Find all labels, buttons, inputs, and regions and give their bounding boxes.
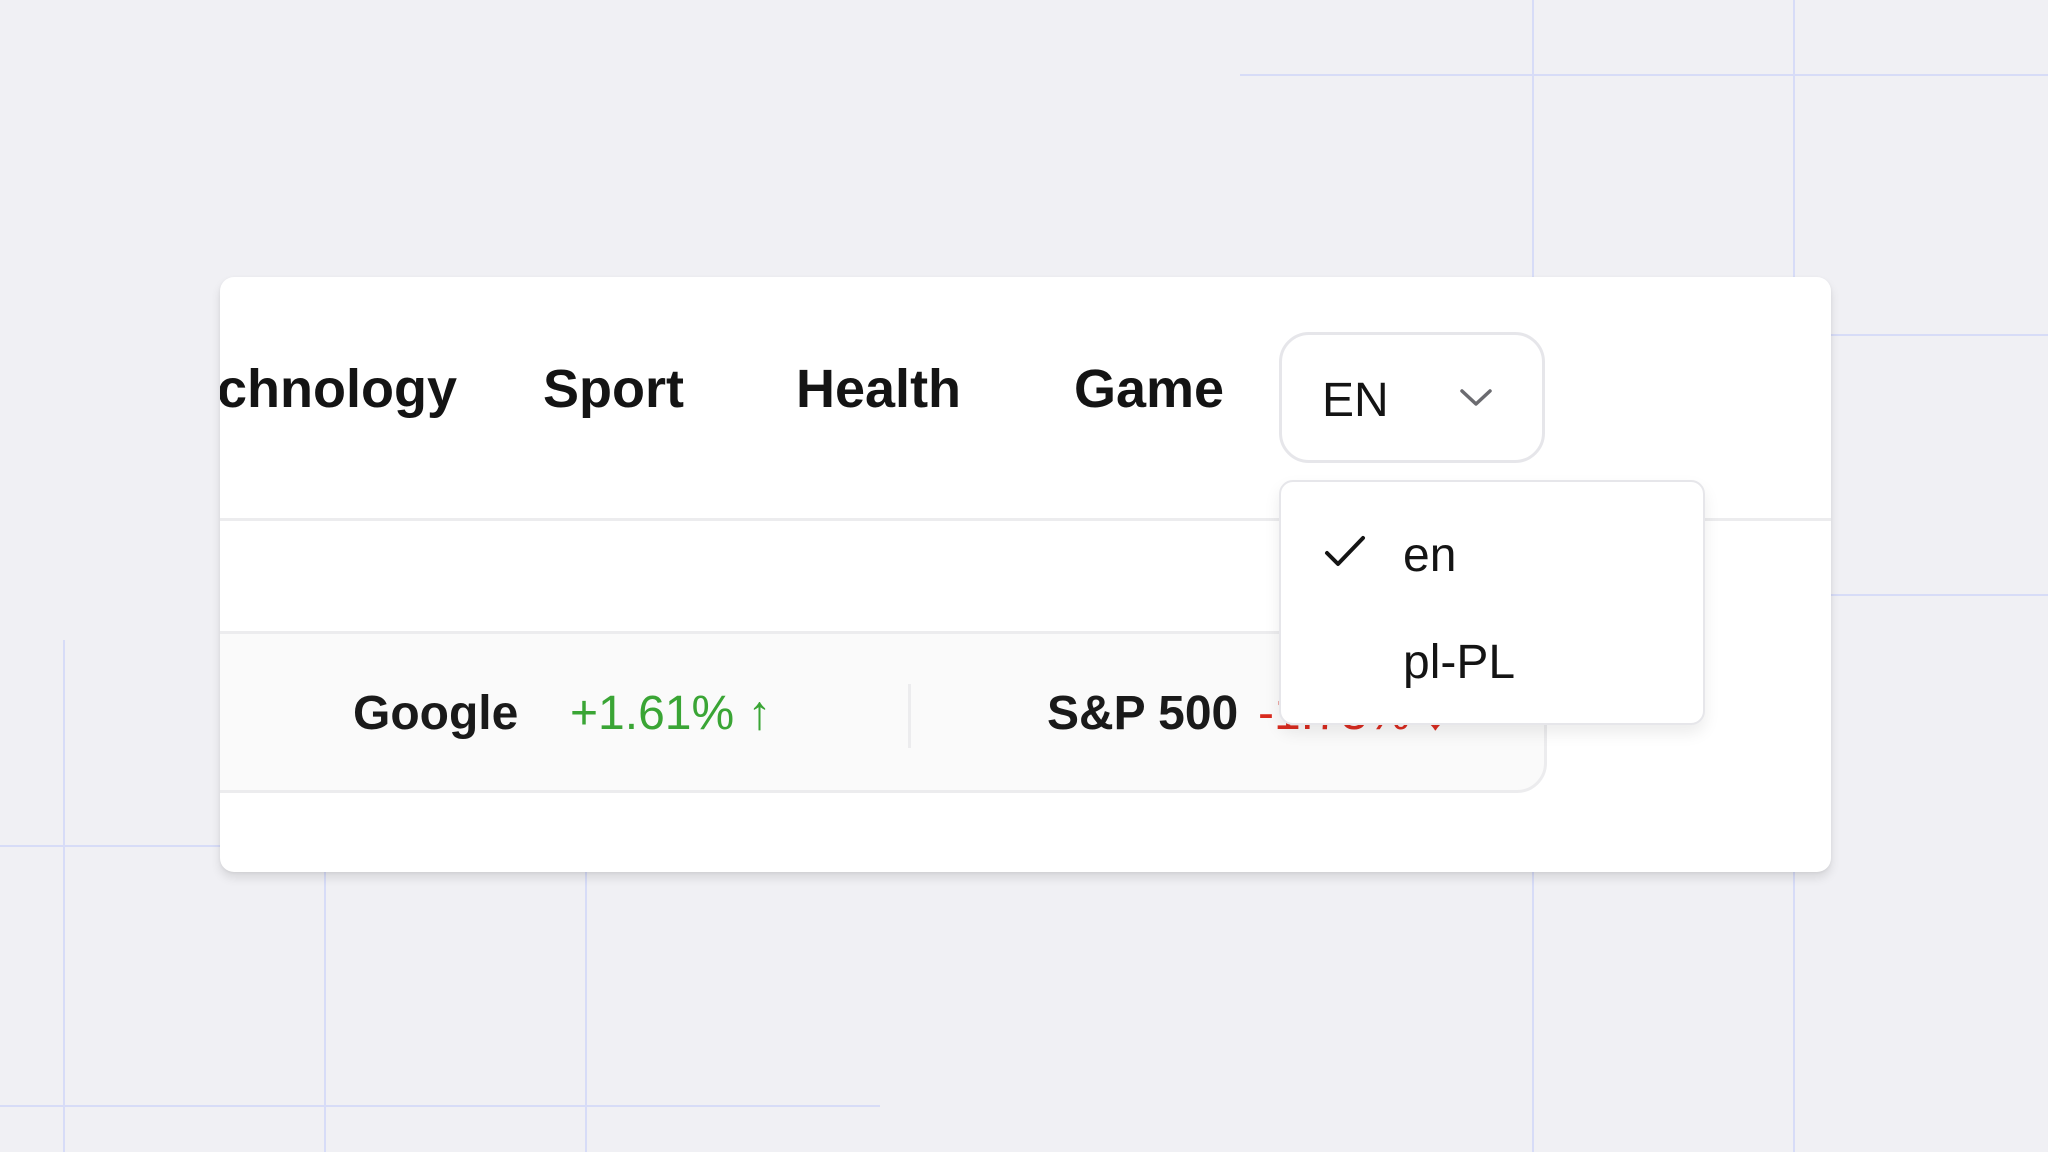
grid-line bbox=[1240, 74, 2048, 76]
grid-line bbox=[63, 640, 65, 1152]
ticker-change-google: +1.61% ↑ bbox=[570, 687, 772, 740]
nav-item-game[interactable]: Game bbox=[1074, 362, 1224, 416]
chevron-down-icon bbox=[1460, 389, 1492, 406]
check-icon bbox=[1325, 536, 1365, 566]
language-current-label: EN bbox=[1322, 374, 1389, 427]
language-option-label: en bbox=[1403, 529, 1457, 582]
ticker-separator bbox=[908, 684, 911, 748]
nav-item-sport[interactable]: Sport bbox=[543, 362, 684, 416]
grid-line bbox=[1820, 334, 2048, 336]
nav-item-health[interactable]: Health bbox=[796, 362, 961, 416]
language-dropdown-menu: en pl-PL bbox=[1279, 480, 1705, 725]
grid-line bbox=[0, 1105, 880, 1107]
language-option-en[interactable]: en bbox=[1281, 502, 1703, 602]
grid-line bbox=[324, 860, 326, 1152]
language-option-label: pl-PL bbox=[1403, 636, 1516, 689]
ticker-name-sp500: S&P 500 bbox=[1047, 687, 1239, 740]
language-select-button[interactable]: EN bbox=[1279, 332, 1545, 463]
grid-line bbox=[0, 845, 230, 847]
grid-line bbox=[585, 860, 587, 1152]
nav-item-technology[interactable]: Technology bbox=[220, 362, 457, 416]
language-option-pl-pl[interactable]: pl-PL bbox=[1281, 609, 1703, 709]
ticker-name-google: Google bbox=[353, 687, 519, 740]
grid-line bbox=[1820, 594, 2048, 596]
